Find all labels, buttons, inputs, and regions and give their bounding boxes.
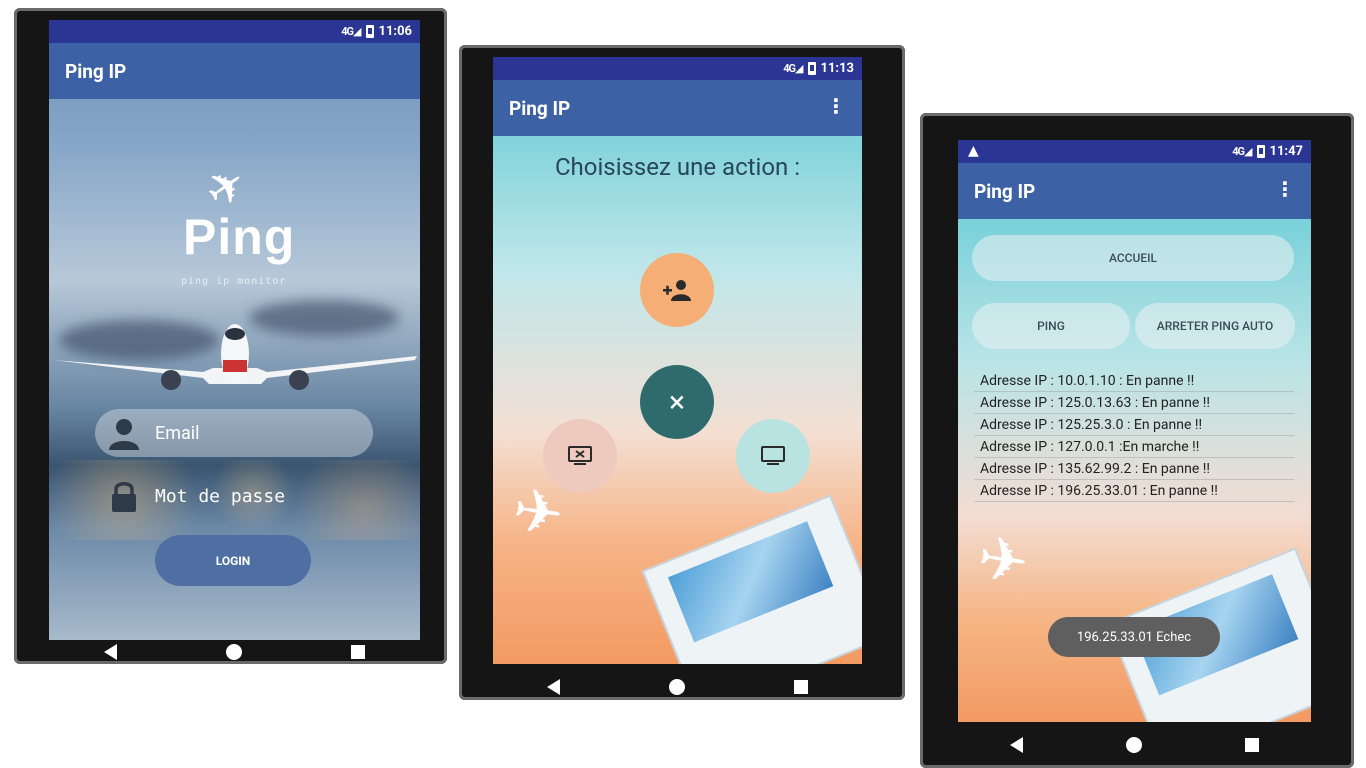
nav-bar: [49, 640, 420, 664]
action-heading: Choisissez une action :: [554, 153, 801, 181]
phone-actions: 4G◢ 11:13 Ping IP ⋮ Choisissez une actio…: [459, 45, 905, 700]
laptop-illustration: [641, 494, 862, 664]
logo-subtitle: ping ip monitor: [181, 276, 287, 287]
battery-icon: [1256, 145, 1265, 158]
list-item: Adresse IP : 135.62.99.2 : En panne !!: [974, 458, 1294, 480]
actions-screen: 4G◢ 11:13 Ping IP ⋮ Choisissez une actio…: [493, 57, 862, 664]
app-bar: Ping IP: [49, 43, 420, 99]
app-title: Ping IP: [509, 96, 571, 120]
overflow-menu-icon[interactable]: ⋮: [826, 96, 846, 116]
recents-icon[interactable]: [1245, 738, 1260, 752]
email-placeholder: Email: [155, 422, 200, 444]
battery-icon: [807, 62, 816, 75]
logo-title: Ping: [183, 209, 296, 265]
nav-bar: [493, 675, 862, 699]
home-icon[interactable]: [225, 644, 242, 660]
password-field[interactable]: Mot de passe: [95, 472, 373, 520]
recents-icon[interactable]: [793, 680, 808, 694]
app-title: Ping IP: [65, 59, 127, 83]
monitor-x-icon: [568, 446, 592, 465]
app-title: Ping IP: [974, 179, 1036, 203]
home-button[interactable]: ACCUEIL: [972, 235, 1294, 281]
stop-auto-ping-button[interactable]: ARRETER PING AUTO: [1135, 303, 1295, 349]
app-bar: Ping IP ⋮: [493, 80, 862, 136]
battery-icon: [365, 25, 374, 38]
airplane-image: [53, 324, 417, 390]
warning-icon: ▲: [968, 143, 979, 159]
back-icon[interactable]: [103, 644, 117, 660]
add-user-button[interactable]: [640, 253, 714, 327]
ping-button[interactable]: PING: [972, 303, 1130, 349]
home-icon[interactable]: [668, 679, 685, 695]
back-icon[interactable]: [547, 679, 561, 695]
app-bar: Ping IP ⋮: [958, 163, 1311, 219]
status-time: 11:47: [1269, 144, 1304, 159]
phone-ping: ▲ 4G◢ 11:47 Ping IP ⋮ ACCUEIL PING ARRET…: [920, 113, 1354, 768]
close-menu-button[interactable]: ×: [640, 365, 714, 439]
password-placeholder: Mot de passe: [155, 485, 286, 507]
signal-icon: 4G◢: [341, 25, 361, 38]
status-time: 11:13: [820, 61, 855, 76]
plane-illustration: ✈: [508, 473, 568, 552]
login-screen: 4G◢ 11:06 Ping IP ✈ Ping ping ip monitor: [49, 20, 420, 640]
list-item: Adresse IP : 196.25.33.01 : En panne !!: [974, 480, 1294, 502]
list-item: Adresse IP : 127.0.0.1 :En marche !!: [974, 436, 1294, 458]
signal-icon: 4G◢: [1232, 145, 1252, 158]
plane-illustration: ✈: [973, 521, 1033, 600]
recents-icon[interactable]: [351, 645, 366, 659]
monitor-icon: [761, 446, 785, 465]
screen-button[interactable]: [736, 419, 810, 493]
ip-result-list: Adresse IP : 10.0.1.10 : En panne !! Adr…: [974, 370, 1294, 502]
status-bar: 4G◢ 11:06: [49, 20, 420, 43]
toast-message: 196.25.33.01 Echec: [1048, 617, 1220, 657]
list-item: Adresse IP : 125.25.3.0 : En panne !!: [974, 414, 1294, 436]
phone-login: 4G◢ 11:06 Ping IP ✈ Ping ping ip monitor: [14, 8, 447, 664]
back-icon[interactable]: [1009, 737, 1023, 753]
status-bar: ▲ 4G◢ 11:47: [958, 140, 1311, 163]
email-field[interactable]: Email: [95, 409, 373, 457]
status-bar: 4G◢ 11:13: [493, 57, 862, 80]
nav-bar: [958, 733, 1311, 757]
overflow-menu-icon[interactable]: ⋮: [1275, 179, 1295, 199]
login-button[interactable]: LOGIN: [155, 535, 311, 586]
home-icon[interactable]: [1125, 737, 1142, 753]
list-item: Adresse IP : 125.0.13.63 : En panne !!: [974, 392, 1294, 414]
user-icon: [109, 419, 139, 450]
list-item: Adresse IP : 10.0.1.10 : En panne !!: [974, 370, 1294, 392]
ping-screen: ▲ 4G◢ 11:47 Ping IP ⋮ ACCUEIL PING ARRET…: [958, 140, 1311, 722]
signal-icon: 4G◢: [783, 62, 803, 75]
add-user-icon: [663, 280, 691, 301]
lock-icon: [112, 482, 136, 512]
status-time: 11:06: [378, 24, 413, 39]
